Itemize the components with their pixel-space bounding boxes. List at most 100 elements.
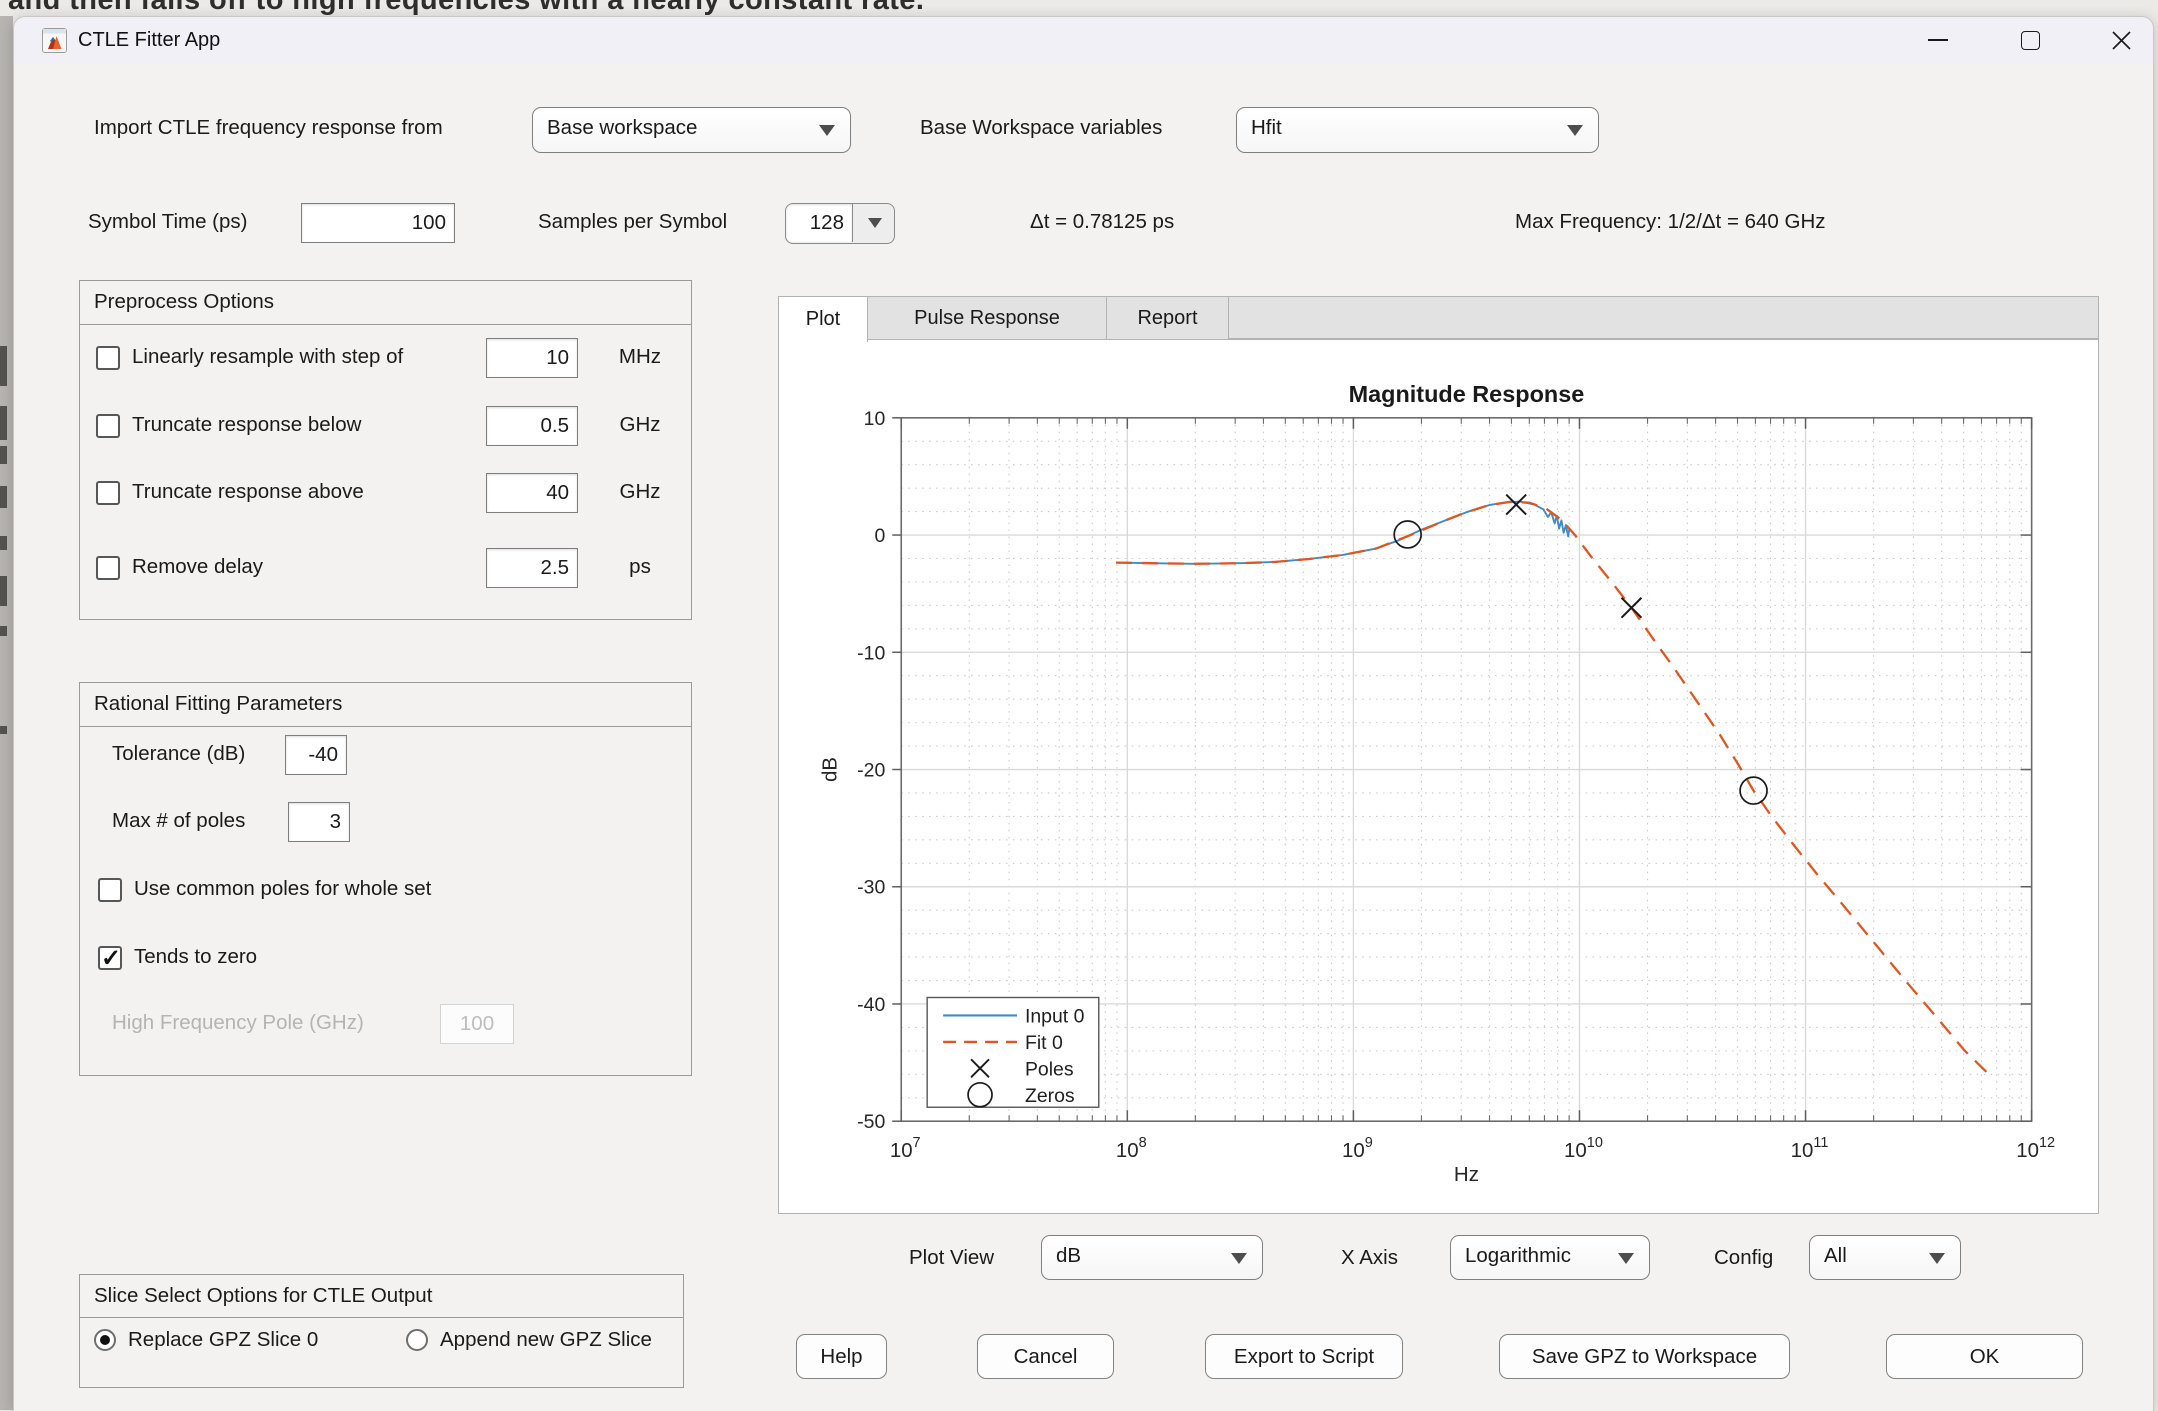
config-value: All — [1824, 1244, 1847, 1268]
append-gpz-radio[interactable] — [406, 1329, 428, 1351]
ok-button[interactable]: OK — [1886, 1334, 2083, 1379]
tends-to-zero-label: Tends to zero — [134, 945, 257, 969]
chart-title: Magnitude Response — [1349, 381, 1585, 407]
import-source-dropdown[interactable]: Base workspace — [532, 107, 851, 153]
export-to-script-button[interactable]: Export to Script — [1205, 1334, 1403, 1379]
truncate-below-checkbox[interactable] — [96, 414, 120, 438]
replace-gpz-label: Replace GPZ Slice 0 — [128, 1328, 318, 1352]
config-dropdown[interactable]: All — [1809, 1235, 1961, 1280]
max-poles-input[interactable] — [288, 802, 350, 842]
save-gpz-button[interactable]: Save GPZ to Workspace — [1499, 1334, 1790, 1379]
chevron-down-icon — [1567, 125, 1583, 136]
resample-step-input[interactable] — [486, 338, 578, 378]
background-window-edge — [0, 16, 13, 1410]
resample-unit-label: MHz — [600, 345, 680, 369]
plot-view-value: dB — [1056, 1244, 1081, 1268]
chevron-down-icon — [1618, 1253, 1634, 1264]
magnitude-response-chart: -50-40-30-20-10010107108109101010111012M… — [779, 340, 2098, 1213]
tolerance-label: Tolerance (dB) — [112, 742, 245, 766]
help-button[interactable]: Help — [796, 1334, 887, 1379]
chevron-down-icon — [1929, 1253, 1945, 1264]
close-icon — [2112, 31, 2131, 50]
pole-markers — [1506, 495, 1641, 618]
minimize-button[interactable] — [1906, 17, 1970, 63]
resample-label: Linearly resample with step of — [132, 345, 403, 369]
truncate-above-input[interactable] — [486, 473, 578, 513]
minimize-icon — [1928, 39, 1948, 41]
truncate-above-checkbox[interactable] — [96, 481, 120, 505]
import-source-value: Base workspace — [547, 116, 697, 140]
max-frequency-text: Max Frequency: 1/2/Δt = 640 GHz — [1515, 210, 1826, 234]
svg-text:Zeros: Zeros — [1025, 1085, 1075, 1107]
truncate-below-unit-label: GHz — [600, 413, 680, 437]
chevron-down-icon — [1231, 1253, 1247, 1264]
max-poles-label: Max # of poles — [112, 809, 245, 833]
maximize-icon — [2021, 31, 2040, 50]
svg-text:-20: -20 — [857, 760, 885, 782]
svg-text:1012: 1012 — [2016, 1135, 2055, 1162]
panel-divider — [80, 726, 691, 727]
svg-text:107: 107 — [890, 1135, 921, 1162]
slice-panel: Slice Select Options for CTLE Output Rep… — [79, 1274, 684, 1388]
common-poles-label: Use common poles for whole set — [134, 877, 431, 901]
close-button[interactable] — [2089, 17, 2153, 63]
tab-report[interactable]: Report — [1107, 297, 1229, 339]
remove-delay-checkbox[interactable] — [96, 556, 120, 580]
svg-text:Fit 0: Fit 0 — [1025, 1032, 1063, 1054]
slice-panel-title: Slice Select Options for CTLE Output — [94, 1284, 432, 1308]
zero-markers — [1394, 521, 1767, 804]
svg-text:108: 108 — [1116, 1135, 1147, 1162]
append-gpz-label: Append new GPZ Slice — [440, 1328, 652, 1352]
x-axis-dropdown[interactable]: Logarithmic — [1450, 1235, 1650, 1280]
symbol-time-label: Symbol Time (ps) — [88, 210, 247, 234]
fitting-panel: Rational Fitting Parameters Tolerance (d… — [79, 682, 692, 1076]
tab-plot[interactable]: Plot — [779, 297, 868, 342]
svg-text:1011: 1011 — [1791, 1135, 1829, 1162]
truncate-below-input[interactable] — [486, 406, 578, 446]
svg-text:1010: 1010 — [1564, 1135, 1603, 1162]
app-window: CTLE Fitter App Import CTLE frequency re… — [13, 16, 2154, 1411]
svg-text:Poles: Poles — [1025, 1058, 1074, 1080]
matlab-app-icon — [42, 28, 67, 53]
workspace-variables-value: Hfit — [1251, 116, 1282, 140]
tends-to-zero-checkbox[interactable] — [98, 946, 122, 970]
svg-text:10: 10 — [864, 408, 886, 430]
series-fit-0 — [1116, 502, 1986, 1072]
x-axis-label: Hz — [1454, 1163, 1479, 1186]
svg-text:109: 109 — [1342, 1135, 1373, 1162]
symbol-time-input[interactable] — [301, 203, 455, 243]
import-source-label: Import CTLE frequency response from — [94, 116, 443, 140]
samples-per-symbol-combo — [785, 203, 895, 244]
resample-checkbox[interactable] — [96, 346, 120, 370]
workspace-variables-dropdown[interactable]: Hfit — [1236, 107, 1599, 153]
samples-dropdown-button[interactable] — [853, 204, 893, 242]
title-bar[interactable]: CTLE Fitter App — [14, 17, 2153, 63]
delta-t-text: Δt = 0.78125 ps — [1030, 210, 1174, 234]
preprocess-panel-title: Preprocess Options — [94, 290, 274, 314]
x-axis-label: X Axis — [1341, 1246, 1398, 1270]
workspace-variables-label: Base Workspace variables — [920, 116, 1162, 140]
hf-pole-label: High Frequency Pole (GHz) — [112, 1011, 364, 1035]
tab-strip: Plot Pulse Response Report — [778, 296, 2099, 339]
remove-delay-input[interactable] — [486, 548, 578, 588]
remove-delay-label: Remove delay — [132, 555, 263, 579]
svg-text:0: 0 — [874, 525, 885, 547]
tolerance-input[interactable] — [285, 735, 347, 775]
replace-gpz-radio[interactable] — [94, 1329, 116, 1351]
cancel-button[interactable]: Cancel — [977, 1334, 1114, 1379]
svg-text:-10: -10 — [857, 642, 885, 664]
tab-pulse-response[interactable]: Pulse Response — [868, 297, 1107, 339]
plot-view-dropdown[interactable]: dB — [1041, 1235, 1263, 1280]
fitting-panel-title: Rational Fitting Parameters — [94, 692, 342, 716]
remove-delay-unit-label: ps — [600, 555, 680, 579]
y-axis-label: dB — [818, 757, 841, 782]
svg-text:-50: -50 — [857, 1111, 885, 1133]
samples-per-symbol-input[interactable] — [786, 204, 853, 242]
chevron-down-icon — [819, 125, 835, 136]
maximize-button[interactable] — [1998, 17, 2062, 63]
samples-per-symbol-label: Samples per Symbol — [538, 210, 727, 234]
x-axis-value: Logarithmic — [1465, 1244, 1571, 1268]
common-poles-checkbox[interactable] — [98, 878, 122, 902]
svg-text:-30: -30 — [857, 877, 885, 899]
chart-legend[interactable]: Input 0Fit 0PolesZeros — [927, 997, 1099, 1107]
